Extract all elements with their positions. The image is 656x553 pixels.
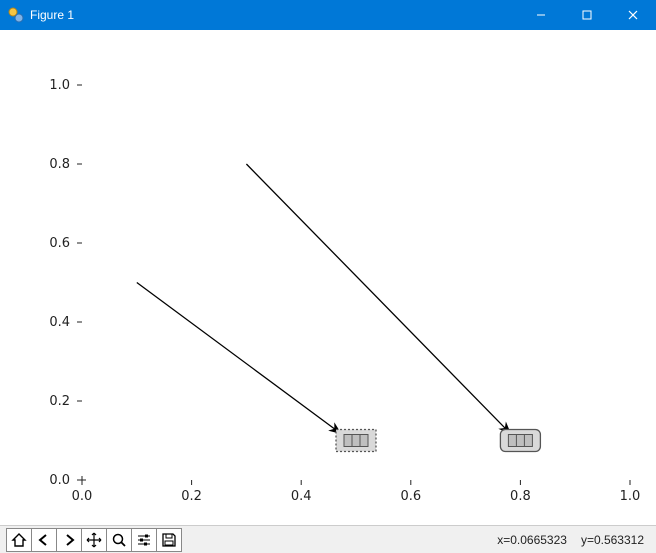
svg-text:0.0: 0.0 xyxy=(72,489,93,504)
configure-subplots-button[interactable] xyxy=(131,528,157,552)
forward-icon xyxy=(61,532,77,548)
maximize-button[interactable] xyxy=(564,0,610,30)
svg-text:0.6: 0.6 xyxy=(49,236,70,251)
cursor-x: x=0.0665323 xyxy=(497,533,567,547)
window-title: Figure 1 xyxy=(30,8,518,22)
svg-text:0.8: 0.8 xyxy=(49,157,70,172)
home-button[interactable] xyxy=(6,528,32,552)
app-icon xyxy=(8,7,24,23)
svg-text:1.0: 1.0 xyxy=(49,78,70,93)
save-button[interactable] xyxy=(156,528,182,552)
toolbar xyxy=(6,528,181,552)
svg-text:0.0: 0.0 xyxy=(49,473,70,488)
svg-text:1.0: 1.0 xyxy=(620,489,641,504)
forward-button[interactable] xyxy=(56,528,82,552)
minimize-button[interactable] xyxy=(518,0,564,30)
titlebar: Figure 1 xyxy=(0,0,656,30)
cursor-y: y=0.563312 xyxy=(581,533,644,547)
statusbar: x=0.0665323 y=0.563312 xyxy=(0,525,656,553)
cursor-coordinates: x=0.0665323 y=0.563312 xyxy=(497,533,650,547)
close-icon xyxy=(628,10,638,20)
svg-text:0.8: 0.8 xyxy=(510,489,531,504)
svg-text:0.2: 0.2 xyxy=(49,394,70,409)
chart-svg: 0.0 0.2 0.4 0.6 0.8 1.0 0.0 0.2 0.4 0.6 0.8 1.0 xyxy=(0,30,656,525)
svg-text:0.4: 0.4 xyxy=(291,489,312,504)
sliders-icon xyxy=(136,532,152,548)
minimize-icon xyxy=(536,10,546,20)
zoom-icon xyxy=(111,532,127,548)
home-icon xyxy=(11,532,27,548)
plot-canvas[interactable]: 0.0 0.2 0.4 0.6 0.8 1.0 0.0 0.2 0.4 0.6 0.8 1.0 xyxy=(0,30,656,525)
close-button[interactable] xyxy=(610,0,656,30)
svg-text:0.6: 0.6 xyxy=(400,489,421,504)
svg-text:0.2: 0.2 xyxy=(181,489,202,504)
maximize-icon xyxy=(582,10,592,20)
zoom-button[interactable] xyxy=(106,528,132,552)
svg-text:0.4: 0.4 xyxy=(49,315,70,330)
save-icon xyxy=(161,532,177,548)
pan-button[interactable] xyxy=(81,528,107,552)
figure-window: Figure 1 0.00.20.40.60.81.00.00.20.40.60… xyxy=(0,0,656,553)
pan-icon xyxy=(86,532,102,548)
back-icon xyxy=(36,532,52,548)
back-button[interactable] xyxy=(31,528,57,552)
window-controls xyxy=(518,0,656,30)
